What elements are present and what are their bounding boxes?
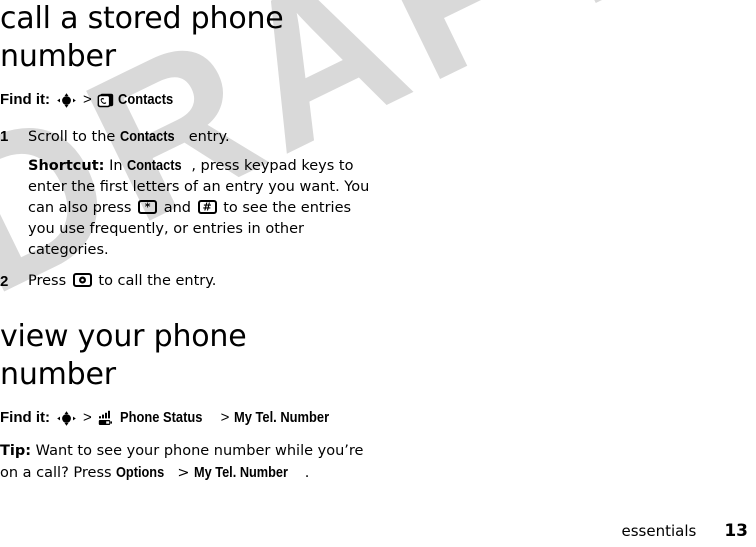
path-separator-2: > — [220, 409, 230, 426]
tip-label: Tip: — [0, 443, 32, 459]
navigation-key-icon — [57, 410, 76, 426]
contacts-icon — [97, 93, 114, 108]
find-it-path-1: Find it: > Contacts — [0, 90, 370, 110]
bold-term-contacts-2: Contacts — [127, 157, 182, 174]
tip-separator: > — [172, 465, 195, 481]
page-content: call a stored phone number Find it: > Co… — [0, 0, 370, 484]
step-text-after: entry. — [184, 129, 230, 145]
step-number: 2 — [0, 273, 9, 290]
find-it-label-2: Find it: — [0, 409, 50, 426]
steps-list-1: 1 Scroll to the Contacts entry. Shortcut… — [0, 126, 370, 292]
list-item: 2 Press to call the entry. — [0, 271, 370, 292]
page-number: 13 — [724, 521, 748, 541]
find-it-label: Find it: — [0, 91, 50, 108]
step-number: 1 — [0, 128, 9, 145]
star-key-glyph: * — [144, 200, 151, 214]
find-it-path-2: Find it: > Phone Status > My Tel. Number — [0, 408, 370, 428]
bold-term-options: Options — [116, 464, 165, 481]
bold-term-contacts: Contacts — [119, 128, 175, 145]
page-footer: essentials 13 — [0, 521, 756, 541]
path-separator: > — [82, 91, 92, 108]
navigation-key-icon — [57, 92, 76, 108]
tip-paragraph: Tip: Want to see your phone number while… — [0, 441, 370, 484]
shortcut-part-1: In — [104, 158, 128, 174]
send-key-icon — [72, 273, 92, 287]
step-text: Press to call the entry. — [28, 271, 370, 292]
step-text-before: Scroll to the — [28, 129, 120, 145]
shortcut-part-3: and — [159, 200, 196, 216]
shortcut-label: Shortcut: — [28, 158, 105, 174]
star-key-icon: * — [138, 200, 158, 214]
find-it-target-my-tel-number: My Tel. Number — [234, 409, 330, 426]
phone-status-icon — [98, 410, 116, 426]
manual-page: DRAFT call a stored phone number Find it… — [0, 0, 756, 547]
step-text-before: Press — [28, 273, 71, 289]
tip-part-2: . — [304, 465, 310, 481]
step-text-after: to call the entry. — [93, 273, 217, 289]
find-it-target-phone-status: Phone Status — [119, 409, 203, 426]
list-item: 1 Scroll to the Contacts entry. Shortcut… — [0, 126, 370, 261]
step-text: Scroll to the Contacts entry. — [28, 126, 370, 148]
page-title-2: view your phone number — [0, 319, 247, 392]
pound-key-icon: # — [197, 200, 217, 214]
pound-key-glyph: # — [202, 200, 212, 214]
shortcut-note: Shortcut: In Contacts, press keypad keys… — [28, 155, 370, 261]
find-it-target-contacts: Contacts — [117, 91, 173, 108]
path-separator: > — [82, 409, 92, 426]
chapter-name: essentials — [621, 522, 697, 540]
page-title: call a stored phone number — [0, 1, 284, 74]
bold-term-my-tel-number: My Tel. Number — [194, 464, 289, 481]
